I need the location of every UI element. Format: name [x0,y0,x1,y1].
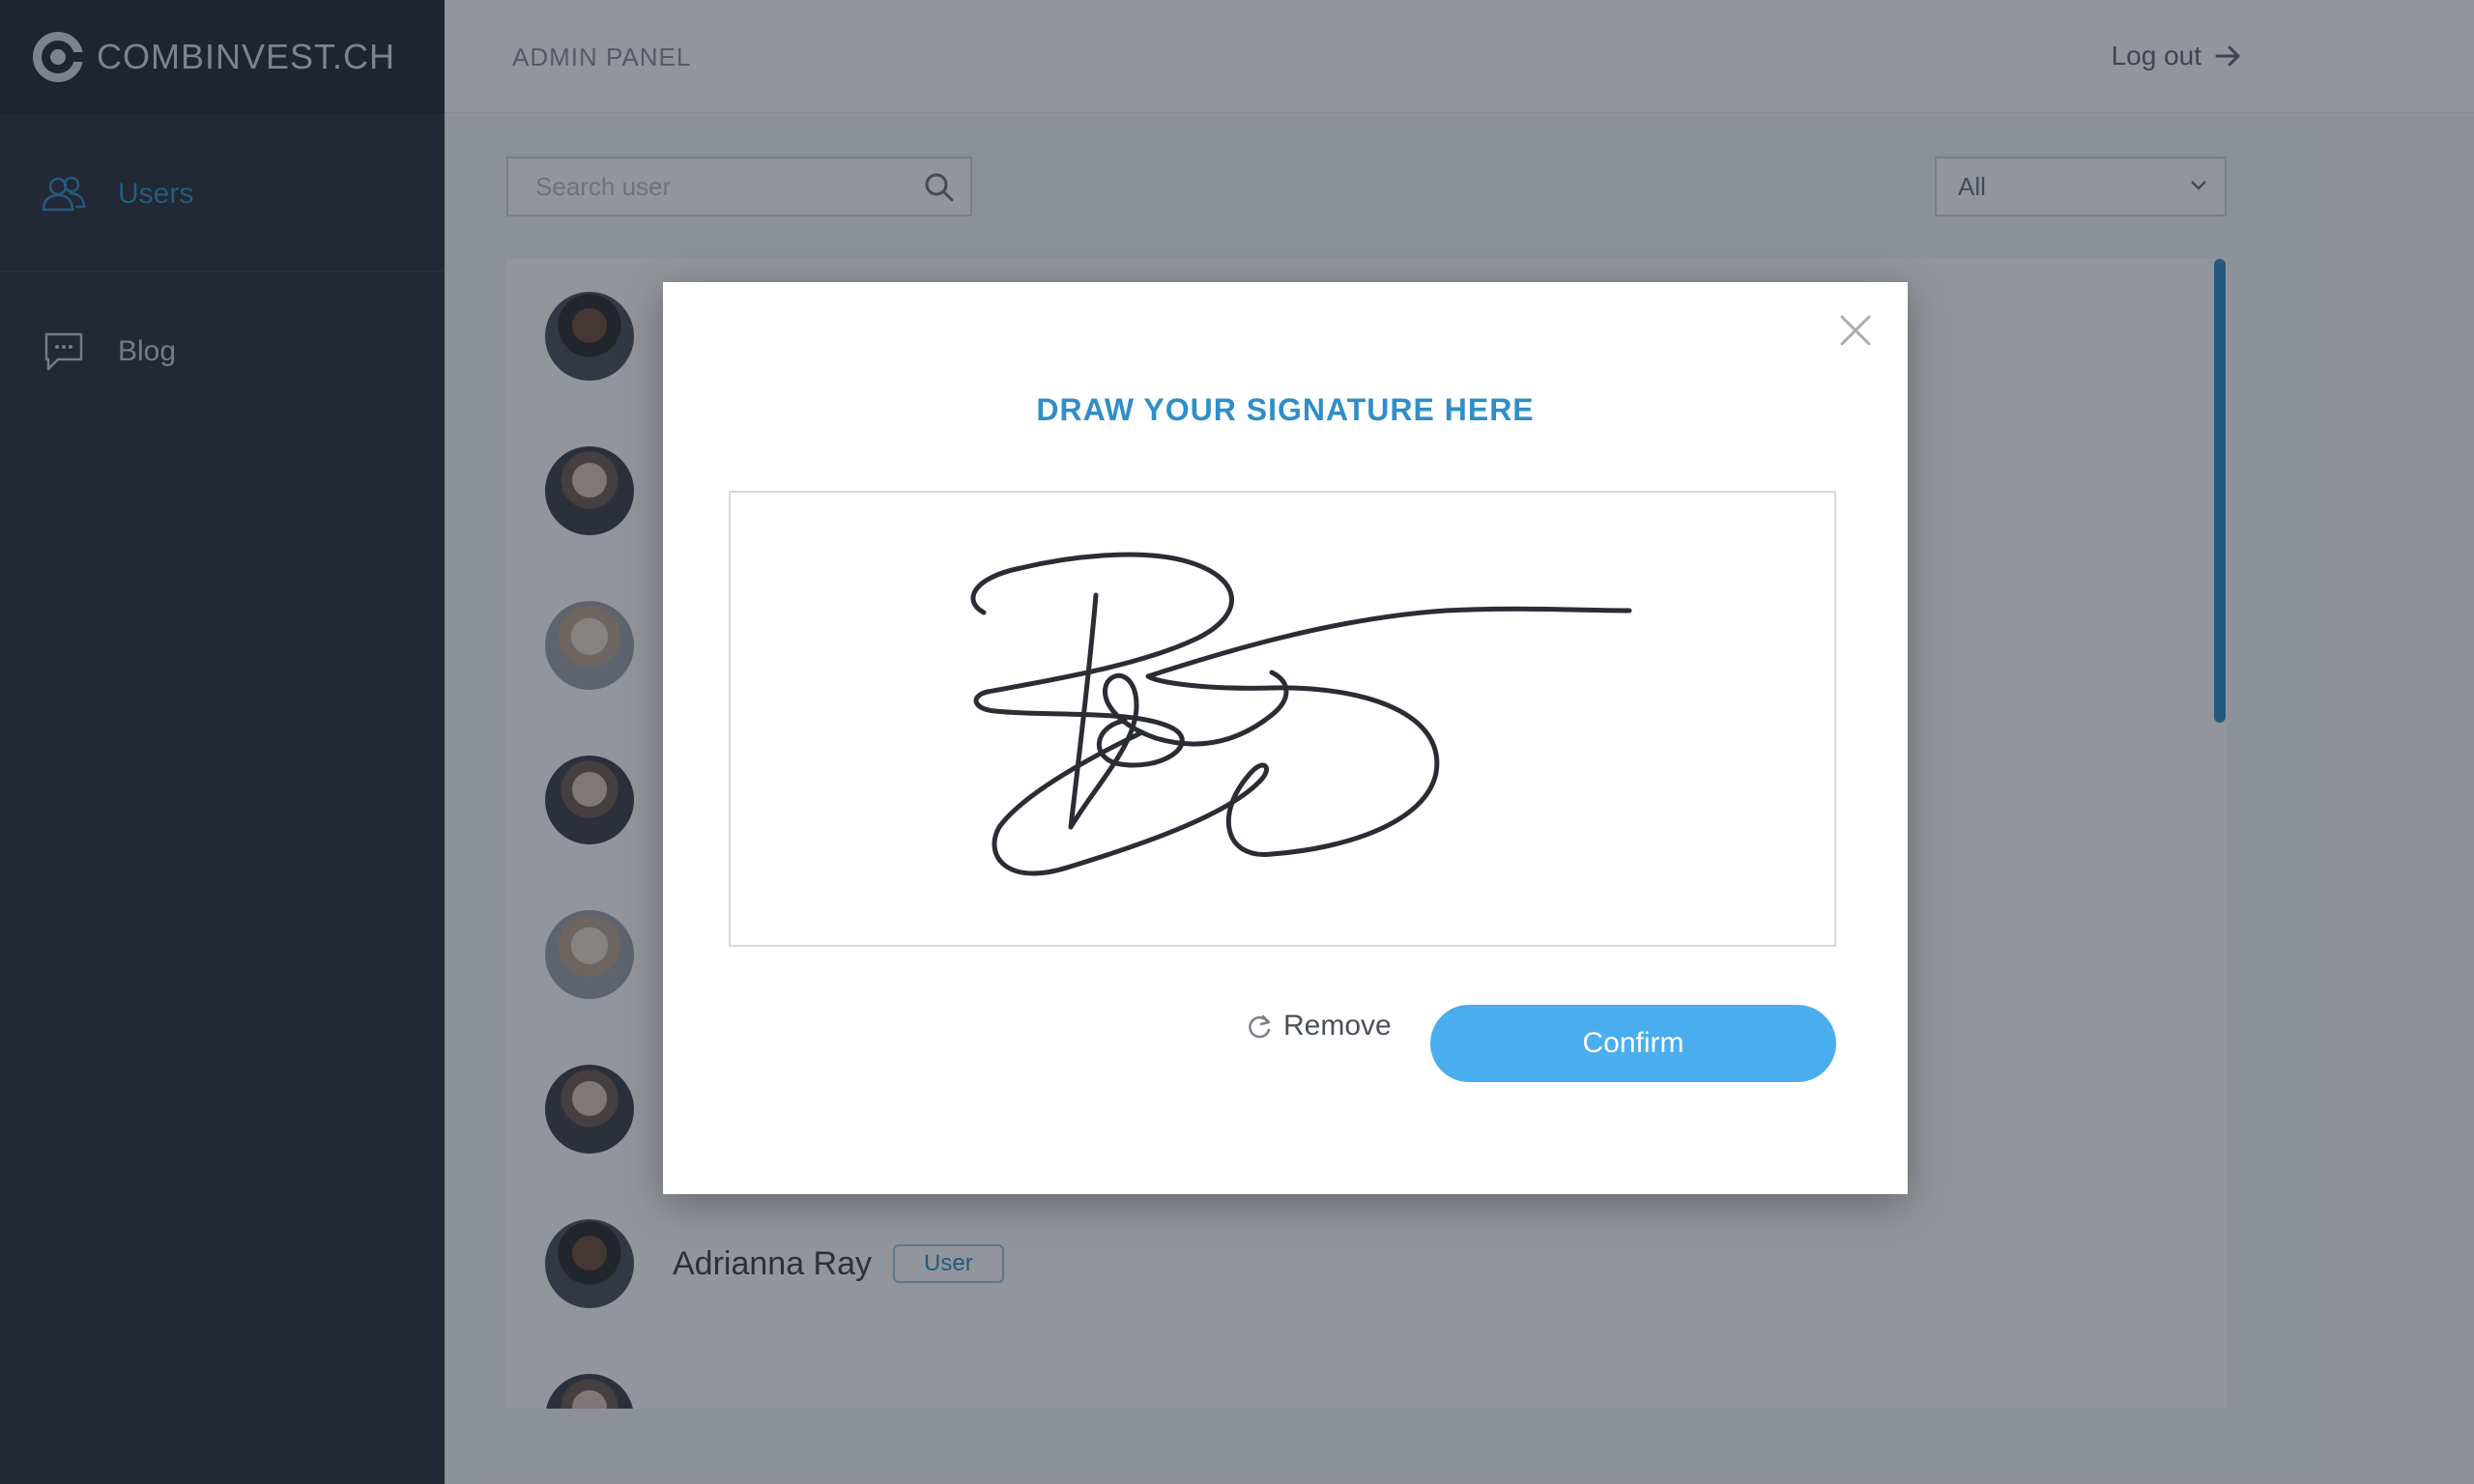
remove-label: Remove [1283,1010,1392,1042]
signature-pad[interactable] [729,491,1836,947]
modal-title: DRAW YOUR SIGNATURE HERE [1036,392,1535,427]
confirm-button[interactable]: Confirm [1430,1005,1836,1082]
close-icon[interactable] [1838,313,1873,348]
signature-modal: DRAW YOUR SIGNATURE HERE Remove Confirm [663,282,1908,1194]
signature-drawing [970,552,1632,876]
refresh-icon [1249,1014,1271,1039]
remove-button[interactable]: Remove [1247,1003,1392,1049]
